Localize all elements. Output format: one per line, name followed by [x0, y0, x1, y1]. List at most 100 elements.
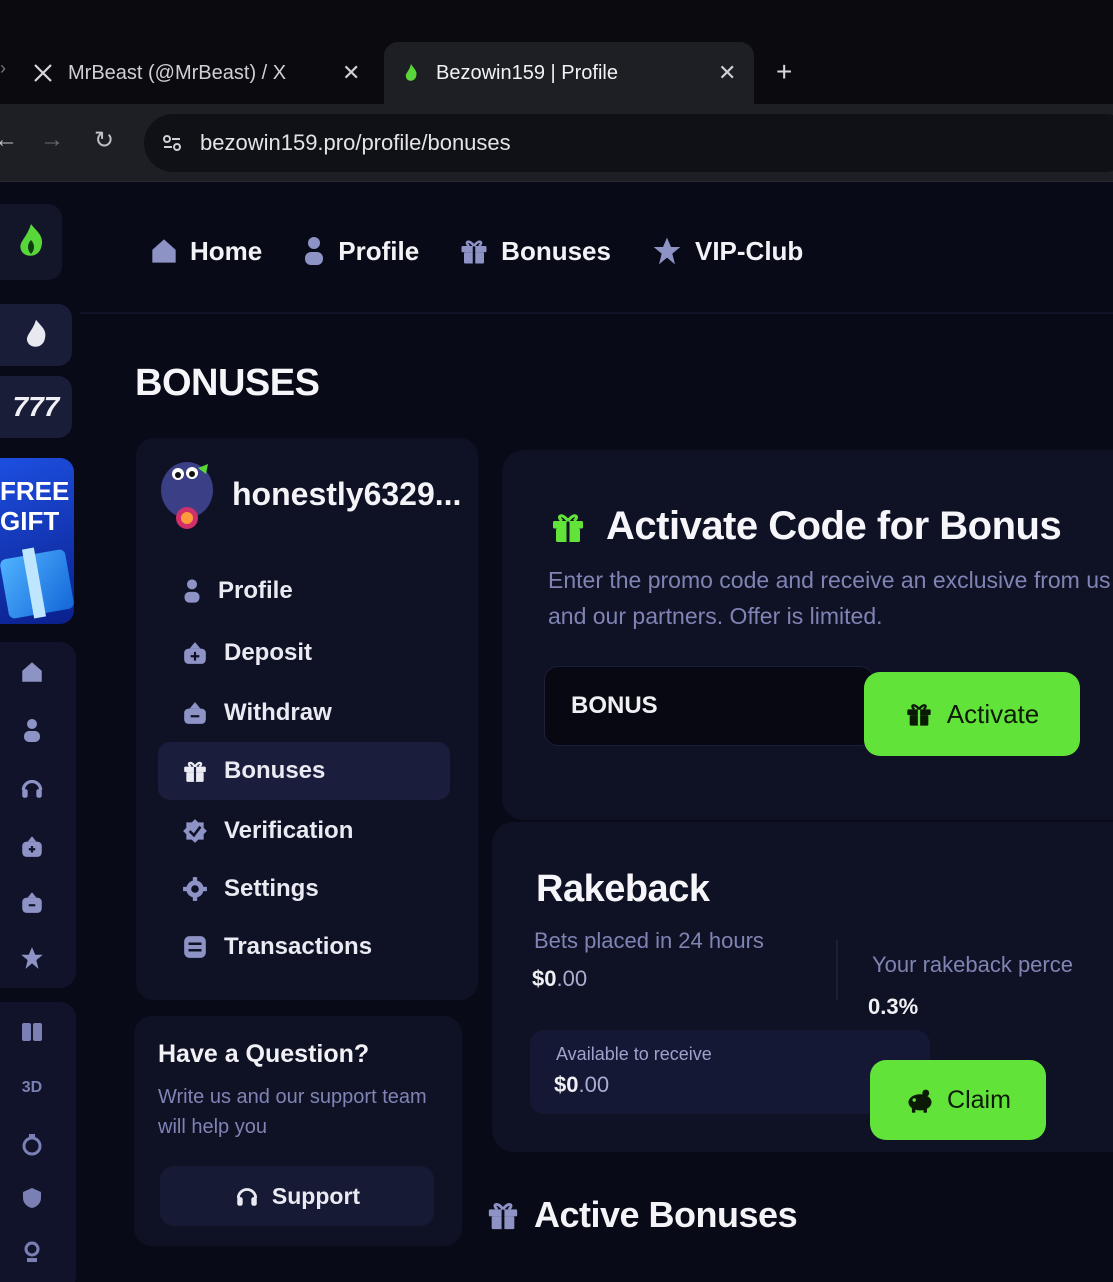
bets-label: Bets placed in 24 hours [534, 928, 764, 953]
available-label: Available to receive [556, 1044, 712, 1064]
menu-item-label: Verification [224, 817, 354, 844]
page-title: BONUSES [135, 362, 320, 404]
free-gift-promo[interactable]: FREE GIFT [0, 458, 74, 624]
timer-icon[interactable] [18, 1130, 46, 1158]
receipt-icon [184, 936, 206, 958]
close-tab-icon[interactable]: ✕ [718, 60, 736, 86]
user-icon[interactable] [18, 716, 46, 744]
star-icon [653, 237, 681, 265]
bets-value-main: $0 [532, 966, 557, 991]
gift-icon [907, 704, 931, 726]
wallet-minus-icon [184, 702, 206, 724]
tab-title: MrBeast (@MrBeast) / X [68, 61, 287, 84]
address-bar-row: ← → ↻ bezowin159.pro/profile/bonuses [0, 104, 1113, 182]
menu-item-deposit[interactable]: Deposit [158, 624, 450, 682]
claim-button-label: Claim [947, 1085, 1011, 1114]
site-settings-icon[interactable] [160, 131, 184, 155]
browser-tab-active[interactable]: Bezowin159 | Profile ✕ [384, 42, 754, 104]
support-button-label: Support [271, 1182, 361, 1209]
slots-777-icon: 777 [12, 391, 60, 422]
3d-icon[interactable]: 3D [18, 1074, 46, 1102]
tab-overflow-icon[interactable]: › [0, 58, 6, 79]
home-icon[interactable] [18, 658, 46, 686]
rail-games-group: 3D [0, 1002, 76, 1282]
home-icon [152, 239, 176, 263]
menu-item-label: Withdraw [224, 699, 332, 726]
menu-item-label: Transactions [224, 933, 373, 960]
site-flame-icon [398, 60, 424, 86]
page-body: 777 FREE GIFT 3D Home Profile Bonuses VI… [0, 182, 1113, 1282]
nav-home-label: Home [190, 235, 263, 266]
wallet-plus-icon[interactable] [18, 832, 46, 860]
verified-badge-icon [183, 819, 207, 843]
activate-code-card: Activate Code for Bonus Enter the promo … [502, 450, 1113, 820]
tab-title: Bezowin159 | Profile [436, 61, 618, 84]
help-text: Write us and our support team will help … [158, 1086, 427, 1138]
url-bar[interactable]: bezowin159.pro/profile/bonuses [144, 114, 1113, 172]
nav-home[interactable]: Home [150, 236, 262, 267]
claim-button[interactable]: Claim [870, 1060, 1046, 1140]
reload-icon[interactable]: ↻ [94, 126, 114, 155]
active-bonuses-heading: Active Bonuses [486, 1194, 798, 1236]
flame-logo-icon [20, 224, 43, 256]
rail-nav-group [0, 642, 76, 988]
wallet-plus-icon [184, 642, 206, 664]
activate-code-title-row: Activate Code for Bonus [550, 504, 1062, 549]
game-rail: 777 FREE GIFT 3D [0, 182, 80, 1282]
menu-item-label: Profile [218, 577, 293, 604]
browser-tab-bar: › MrBeast (@MrBeast) / X ✕ Bezowin159 | … [0, 0, 1113, 104]
back-icon[interactable]: ← [0, 126, 18, 154]
flame-icon [26, 319, 46, 347]
menu-item-profile[interactable]: Profile [158, 562, 450, 620]
menu-item-label: Deposit [224, 639, 313, 666]
trophy-icon[interactable] [18, 1238, 46, 1266]
menu-item-label: Bonuses [224, 757, 326, 784]
book-icon[interactable] [18, 1018, 46, 1046]
free-gift-label: FREE GIFT [0, 476, 70, 536]
browser-tab-x[interactable]: MrBeast (@MrBeast) / X ✕ [30, 42, 380, 104]
rakeback-card: Rakeback Bets placed in 24 hours $0.00 Y… [492, 822, 1113, 1152]
help-title: Have a Question? [158, 1040, 370, 1068]
nav-profile-label: Profile [338, 235, 420, 266]
available-value-main: $0 [554, 1072, 579, 1097]
nav-bonuses-label: Bonuses [501, 235, 611, 266]
bets-value-cents: .00 [556, 966, 588, 991]
piggy-bank-icon [908, 1089, 932, 1113]
star-icon[interactable] [18, 944, 46, 972]
top-navigation: Home Profile Bonuses VIP-Club [150, 226, 843, 276]
close-tab-icon[interactable]: ✕ [342, 60, 360, 86]
new-tab-button[interactable]: + [776, 56, 792, 88]
nav-vip-label: VIP-Club [694, 235, 804, 266]
menu-item-withdraw[interactable]: Withdraw [158, 684, 450, 742]
rail-game-slots[interactable]: 777 [0, 376, 72, 438]
forward-icon[interactable]: → [40, 126, 64, 154]
menu-item-settings[interactable]: Settings [158, 860, 450, 918]
menu-item-label: Settings [224, 875, 319, 902]
promo-code-input[interactable] [544, 666, 874, 746]
menu-item-verification[interactable]: Verification [158, 802, 450, 860]
nav-vip-club[interactable]: VIP-Club [651, 235, 803, 267]
url-text: bezowin159.pro/profile/bonuses [200, 130, 511, 155]
nav-profile[interactable]: Profile [302, 236, 419, 267]
x-logo-icon [30, 60, 56, 86]
avatar[interactable] [158, 460, 216, 529]
rakeback-percent-value: 0.3% [868, 994, 919, 1019]
rail-game-flame[interactable] [0, 304, 72, 366]
menu-item-transactions[interactable]: Transactions [158, 918, 450, 976]
site-logo[interactable] [0, 204, 62, 280]
shield-icon[interactable] [18, 1184, 46, 1212]
activate-code-title: Activate Code for Bonus [606, 504, 1062, 548]
bets-value: $0.00 [532, 966, 587, 992]
nav-bonuses[interactable]: Bonuses [459, 236, 611, 267]
menu-item-bonuses[interactable]: Bonuses [158, 742, 450, 800]
available-value-cents: .00 [578, 1072, 610, 1097]
wallet-minus-icon[interactable] [18, 888, 46, 916]
gift-icon [461, 240, 487, 264]
activate-button-label: Activate [946, 698, 1040, 729]
support-agent-icon[interactable] [18, 774, 46, 802]
activate-code-description: Enter the promo code and receive an excl… [548, 567, 1111, 629]
gift-icon [488, 1203, 518, 1230]
support-button[interactable]: Support [160, 1166, 434, 1226]
rakeback-percent-label: Your rakeback perce [872, 952, 1073, 977]
activate-button[interactable]: Activate [864, 672, 1080, 756]
